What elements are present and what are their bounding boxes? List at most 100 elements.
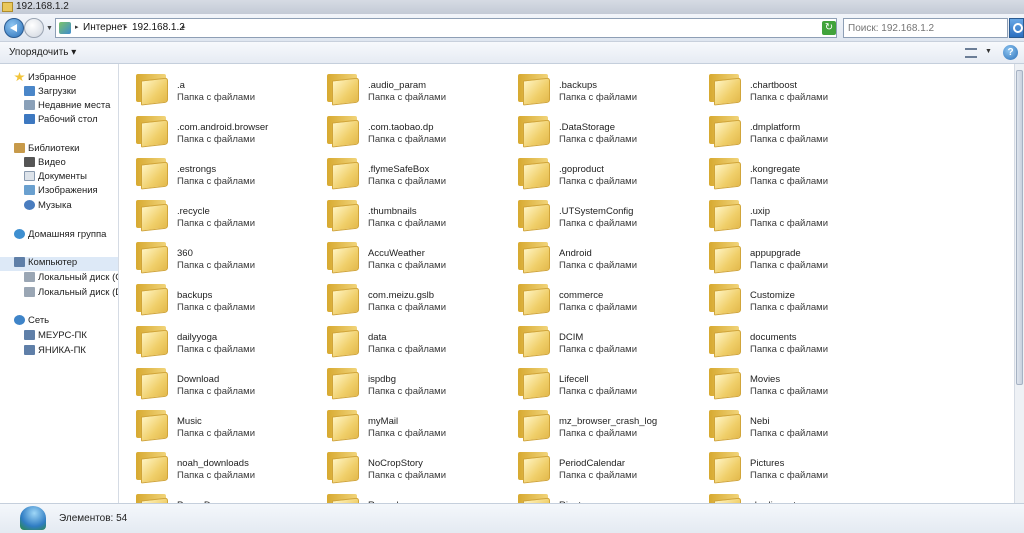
- list-item[interactable]: .a Папка с файлами: [125, 68, 315, 110]
- folder-icon: [518, 410, 552, 442]
- forward-button[interactable]: [24, 18, 44, 38]
- vertical-scrollbar[interactable]: [1014, 64, 1024, 503]
- chevron-right-icon[interactable]: ▸: [75, 23, 79, 31]
- nav-disk-c[interactable]: Локальный диск (C:): [24, 272, 118, 286]
- search-icon[interactable]: [1009, 18, 1024, 38]
- nav-computer[interactable]: Компьютер: [0, 257, 118, 271]
- list-item[interactable]: Pictures Папка с файлами: [698, 446, 888, 488]
- nav-pc-2[interactable]: ЯНИКА-ПК: [24, 345, 86, 359]
- chevron-right-icon[interactable]: ▸: [124, 23, 128, 31]
- refresh-button[interactable]: ↻: [822, 21, 836, 35]
- navigation-pane: Избранное Загрузки Недавние места Рабочи…: [0, 64, 119, 503]
- file-type: Папка с файлами: [750, 344, 829, 355]
- folder-icon: [136, 116, 170, 148]
- list-item[interactable]: RecorderПапка с файлами: [316, 488, 506, 503]
- nav-homegroup[interactable]: Домашняя группа: [14, 229, 106, 243]
- nav-music[interactable]: Музыка: [24, 200, 72, 214]
- file-list: .a Папка с файлами .audio_param Папка с фай…: [120, 64, 1014, 503]
- list-item[interactable]: .dmplatform Папка с файлами: [698, 110, 888, 152]
- folder-icon: [327, 200, 361, 232]
- list-item[interactable]: NoCropStory Папка с файлами: [316, 446, 506, 488]
- file-name: .goproduct: [559, 164, 604, 175]
- list-item[interactable]: noah_downloads Папка с файлами: [125, 446, 315, 488]
- file-name: NoCropStory: [368, 458, 423, 469]
- folder-icon: [709, 284, 743, 316]
- list-item[interactable]: .uxip Папка с файлами: [698, 194, 888, 236]
- folder-icon: [709, 242, 743, 274]
- view-options-icon[interactable]: [965, 48, 977, 58]
- list-item[interactable]: Music Папка с файлами: [125, 404, 315, 446]
- nav-downloads[interactable]: Загрузки: [24, 86, 76, 100]
- list-item[interactable]: PowerDumpПапка с файлами: [125, 488, 315, 503]
- drive-icon: [24, 287, 35, 297]
- list-item[interactable]: AccuWeather Папка с файлами: [316, 236, 506, 278]
- music-icon: [24, 200, 35, 210]
- nav-pc-1[interactable]: МЕУРС-ПК: [24, 330, 87, 344]
- file-name: commerce: [559, 290, 604, 301]
- back-button[interactable]: [4, 18, 24, 38]
- nav-network[interactable]: Сеть: [14, 315, 49, 329]
- list-item[interactable]: Download Папка с файлами: [125, 362, 315, 404]
- history-dropdown-icon[interactable]: ▼: [46, 25, 53, 32]
- file-type: Папка с файлами: [368, 134, 447, 145]
- list-item[interactable]: dailyyoga Папка с файлами: [125, 320, 315, 362]
- nav-favorites[interactable]: Избранное: [14, 72, 76, 86]
- nav-documents[interactable]: Документы: [24, 171, 87, 185]
- breadcrumb-internet[interactable]: Интернет: [83, 22, 127, 33]
- nav-disk-d[interactable]: Локальный диск (D:): [24, 287, 118, 301]
- file-type: Папка с файлами: [368, 386, 447, 397]
- list-item[interactable]: .goproduct Папка с файлами: [507, 152, 697, 194]
- list-item[interactable]: .estrongs Папка с файлами: [125, 152, 315, 194]
- file-name: backups: [177, 290, 213, 301]
- list-item[interactable]: .backups Папка с файлами: [507, 68, 697, 110]
- view-dropdown-icon[interactable]: ▼: [985, 48, 992, 55]
- list-item[interactable]: Movies Папка с файлами: [698, 362, 888, 404]
- nav-recent[interactable]: Недавние места: [24, 100, 110, 114]
- scrollbar-thumb[interactable]: [1016, 70, 1023, 385]
- list-item[interactable]: com.meizu.gslb Папка с файлами: [316, 278, 506, 320]
- list-item[interactable]: DCIM Папка с файлами: [507, 320, 697, 362]
- computer-icon: [24, 345, 35, 355]
- list-item[interactable]: PeriodCalendar Папка с файлами: [507, 446, 697, 488]
- help-button[interactable]: ?: [1003, 45, 1018, 60]
- list-item[interactable]: ispdbg Папка с файлами: [316, 362, 506, 404]
- organize-button[interactable]: Упорядочить ▾: [9, 47, 76, 58]
- list-item[interactable]: 360 Папка с файлами: [125, 236, 315, 278]
- list-item[interactable]: .thumbnails Папка с файлами: [316, 194, 506, 236]
- nav-desktop[interactable]: Рабочий стол: [24, 114, 98, 128]
- folder-icon: [709, 410, 743, 442]
- list-item[interactable]: Android Папка с файлами: [507, 236, 697, 278]
- nav-images[interactable]: Изображения: [24, 185, 98, 199]
- list-item[interactable]: .UTSystemConfig Папка с файлами: [507, 194, 697, 236]
- folder-icon: [327, 326, 361, 358]
- list-item[interactable]: Nebi Папка с файлами: [698, 404, 888, 446]
- list-item[interactable]: .com.taobao.dp Папка с файлами: [316, 110, 506, 152]
- list-item[interactable]: Customize Папка с файлами: [698, 278, 888, 320]
- list-item[interactable]: .com.android.browser Папка с файлами: [125, 110, 315, 152]
- list-item[interactable]: mz_browser_crash_log Папка с файлами: [507, 404, 697, 446]
- file-type: Папка с файлами: [559, 92, 638, 103]
- list-item[interactable]: appupgrade Папка с файлами: [698, 236, 888, 278]
- list-item[interactable]: .recycle Папка с файлами: [125, 194, 315, 236]
- list-item[interactable]: data Папка с файлами: [316, 320, 506, 362]
- breadcrumb-host[interactable]: 192.168.1.2: [132, 22, 185, 33]
- chevron-right-icon[interactable]: ▸: [182, 23, 186, 31]
- list-item[interactable]: .audio_param Папка с файлами: [316, 68, 506, 110]
- file-name: .flymeSafeBox: [368, 164, 430, 175]
- list-item[interactable]: backups Папка с файлами: [125, 278, 315, 320]
- list-item[interactable]: documents Папка с файлами: [698, 320, 888, 362]
- list-item[interactable]: .flymeSafeBox Папка с файлами: [316, 152, 506, 194]
- list-item[interactable]: .DataStorage Папка с файлами: [507, 110, 697, 152]
- search-input[interactable]: [843, 18, 1008, 38]
- folder-icon: [709, 452, 743, 484]
- list-item[interactable]: commerce Папка с файлами: [507, 278, 697, 320]
- list-item[interactable]: .kongregate Папка с файлами: [698, 152, 888, 194]
- nav-libraries[interactable]: Библиотеки: [14, 143, 79, 157]
- nav-video[interactable]: Видео: [24, 157, 66, 171]
- address-field[interactable]: ▸ Интернет ▸ 192.168.1.2 ▸ ▼: [55, 18, 837, 38]
- list-item[interactable]: myMail Папка с файлами: [316, 404, 506, 446]
- list-item[interactable]: shading_stnПапка с файлами: [698, 488, 888, 503]
- list-item[interactable]: .chartboost Папка с файлами: [698, 68, 888, 110]
- list-item[interactable]: RingtonesПапка с файлами: [507, 488, 697, 503]
- list-item[interactable]: Lifecell Папка с файлами: [507, 362, 697, 404]
